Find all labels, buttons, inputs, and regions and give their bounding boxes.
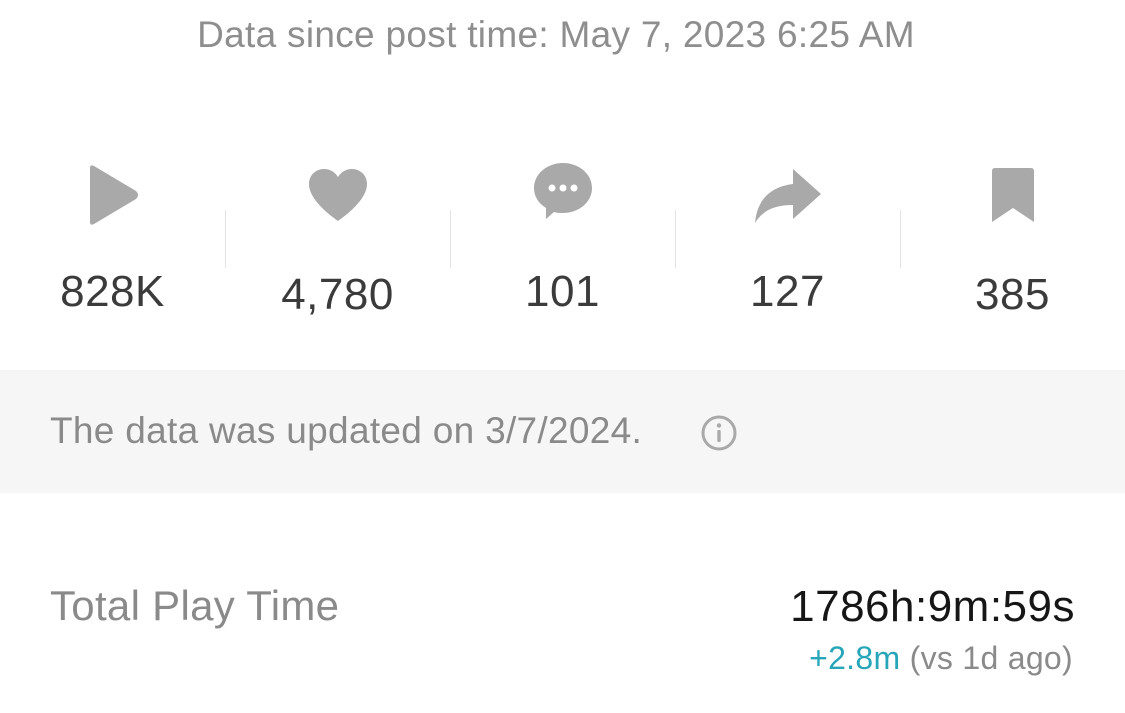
plays-count: 828K	[60, 267, 165, 316]
share-icon	[675, 160, 900, 230]
post-analytics-page: Data since post time: May 7, 2023 6:25 A…	[0, 0, 1125, 713]
comment-icon	[450, 156, 675, 226]
stat-saves: 385	[900, 160, 1125, 330]
total-play-time-label: Total Play Time	[50, 582, 340, 629]
comments-count: 101	[525, 267, 600, 316]
stat-shares: 127	[675, 160, 900, 330]
stat-likes: 4,780	[225, 160, 450, 330]
bookmark-icon	[900, 160, 1125, 230]
stat-plays: 828K	[0, 160, 225, 330]
total-play-time-value: 1786h:9m:59s	[790, 582, 1075, 631]
heart-icon	[225, 160, 450, 230]
total-play-time-change: +2.8m (vs 1d ago)	[809, 640, 1073, 677]
stat-comments: 101	[450, 160, 675, 330]
update-notice-banner: The data was updated on 3/7/2024.	[0, 370, 1125, 493]
stats-row: 828K 4,780 101 127 385	[0, 160, 1125, 330]
play-time-comparison: (vs 1d ago)	[909, 640, 1073, 676]
play-time-delta: +2.8m	[809, 640, 901, 676]
saves-count: 385	[975, 270, 1050, 319]
update-notice-text: The data was updated on 3/7/2024.	[50, 410, 643, 451]
shares-count: 127	[750, 267, 825, 316]
post-time-caption: Data since post time: May 7, 2023 6:25 A…	[197, 14, 915, 55]
likes-count: 4,780	[281, 270, 394, 319]
info-icon[interactable]	[700, 414, 738, 452]
play-icon	[0, 160, 225, 230]
